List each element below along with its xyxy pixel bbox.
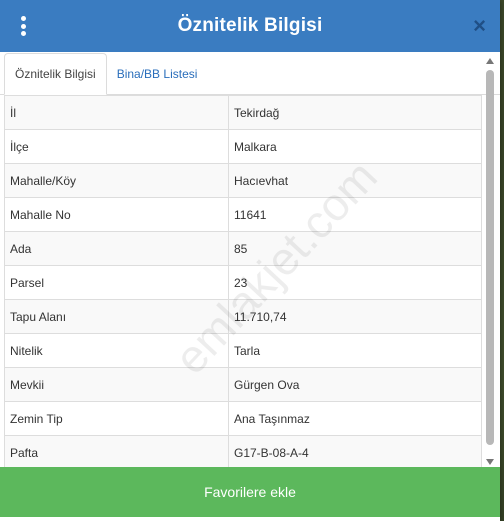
- table-row: Zemin Tip Ana Taşınmaz: [4, 401, 482, 436]
- row-key: Nitelik: [4, 333, 229, 368]
- row-key: İl: [4, 95, 229, 130]
- scroll-up-arrow-icon[interactable]: [486, 58, 494, 64]
- row-key: Tapu Alanı: [4, 299, 229, 334]
- table-row: Mevkii Gürgen Ova: [4, 367, 482, 402]
- row-value: Tekirdağ: [228, 95, 482, 130]
- vertical-scrollbar[interactable]: [484, 56, 496, 467]
- table-row: Mahalle/Köy Hacıevhat: [4, 163, 482, 198]
- scroll-thumb[interactable]: [486, 70, 494, 445]
- dialog-title: Öznitelik Bilgisi: [177, 15, 323, 36]
- close-icon[interactable]: ×: [473, 15, 486, 37]
- row-key: Zemin Tip: [4, 401, 229, 436]
- row-value: G17-B-08-A-4: [228, 435, 482, 467]
- row-key: Mahalle No: [4, 197, 229, 232]
- row-key: İlçe: [4, 129, 229, 164]
- attribute-table-container: İl Tekirdağ İlçe Malkara Mahalle/Köy Hac…: [4, 95, 482, 467]
- row-value: 11.710,74: [228, 299, 482, 334]
- table-row: İlçe Malkara: [4, 129, 482, 164]
- table-row: Nitelik Tarla: [4, 333, 482, 368]
- more-vertical-icon[interactable]: [16, 16, 30, 36]
- row-key: Ada: [4, 231, 229, 266]
- table-row: Pafta G17-B-08-A-4: [4, 435, 482, 467]
- add-favorites-button[interactable]: Favorilere ekle: [0, 467, 500, 517]
- table-row: Parsel 23: [4, 265, 482, 300]
- row-value: 85: [228, 231, 482, 266]
- table-row: İl Tekirdağ: [4, 95, 482, 130]
- row-value: Ana Taşınmaz: [228, 401, 482, 436]
- scroll-down-arrow-icon[interactable]: [486, 459, 494, 465]
- table-row: Ada 85: [4, 231, 482, 266]
- row-value: Malkara: [228, 129, 482, 164]
- dialog-header: Öznitelik Bilgisi ×: [0, 0, 500, 52]
- tab-attribute-info[interactable]: Öznitelik Bilgisi: [4, 53, 107, 95]
- row-key: Parsel: [4, 265, 229, 300]
- row-value: Gürgen Ova: [228, 367, 482, 402]
- row-value: 23: [228, 265, 482, 300]
- attribute-dialog: Öznitelik Bilgisi × Öznitelik Bilgisi Bi…: [0, 0, 500, 521]
- row-key: Mevkii: [4, 367, 229, 402]
- row-value: 11641: [228, 197, 482, 232]
- tab-building-list[interactable]: Bina/BB Listesi: [107, 54, 208, 94]
- row-value: Hacıevhat: [228, 163, 482, 198]
- attribute-table: İl Tekirdağ İlçe Malkara Mahalle/Köy Hac…: [4, 95, 482, 467]
- table-row: Tapu Alanı 11.710,74: [4, 299, 482, 334]
- row-key: Mahalle/Köy: [4, 163, 229, 198]
- row-value: Tarla: [228, 333, 482, 368]
- row-key: Pafta: [4, 435, 229, 467]
- table-row: Mahalle No 11641: [4, 197, 482, 232]
- tab-bar: Öznitelik Bilgisi Bina/BB Listesi: [0, 52, 500, 95]
